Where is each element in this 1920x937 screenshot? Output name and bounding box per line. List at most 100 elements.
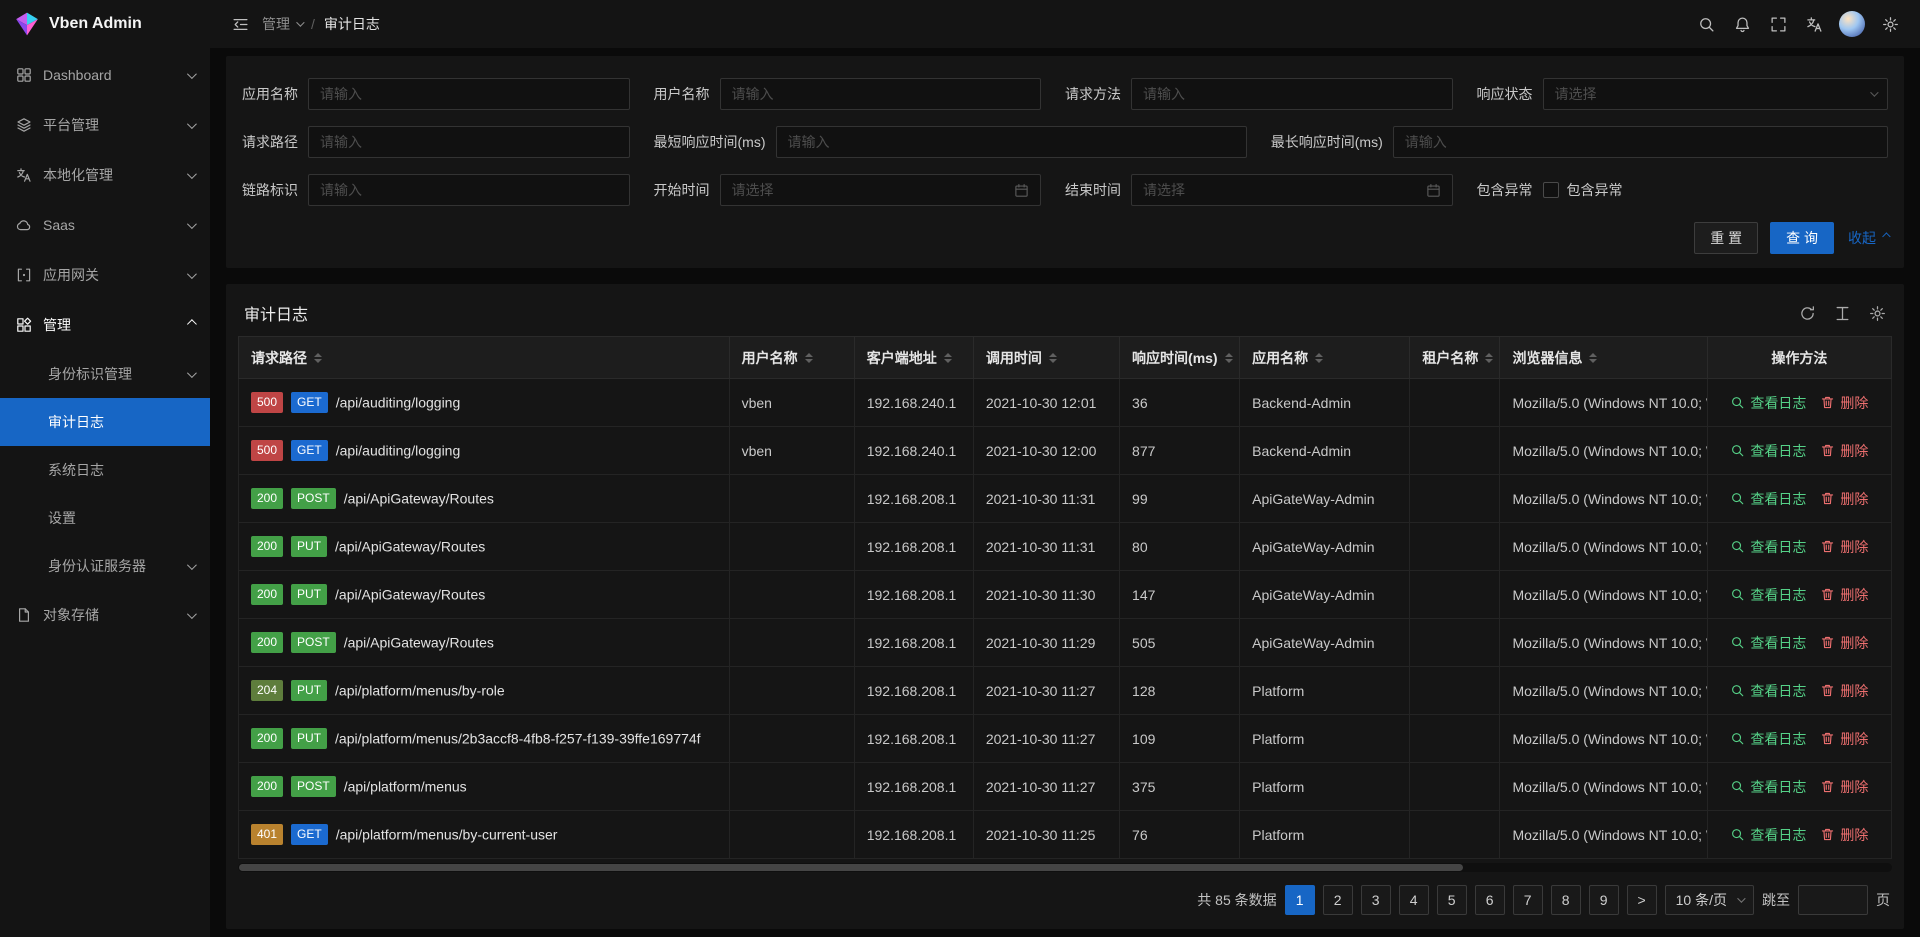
request-path-input[interactable] — [308, 126, 630, 158]
view-log-button[interactable]: 查看日志 — [1730, 393, 1806, 413]
reset-button[interactable]: 重 置 — [1694, 222, 1758, 254]
page-button-7[interactable]: 7 — [1513, 885, 1543, 915]
sort-icons[interactable] — [1589, 353, 1597, 363]
delete-button[interactable]: 删除 — [1820, 729, 1868, 749]
page-button-5[interactable]: 5 — [1437, 885, 1467, 915]
app-name-input[interactable] — [308, 78, 630, 110]
delete-button[interactable]: 删除 — [1820, 825, 1868, 845]
app-name-cell: ApiGateWay-Admin — [1240, 571, 1410, 619]
field-label: 请求方法 — [1065, 84, 1131, 104]
max-response-time-input[interactable] — [1393, 126, 1888, 158]
view-log-button[interactable]: 查看日志 — [1730, 489, 1806, 509]
delete-button[interactable]: 删除 — [1820, 441, 1868, 461]
page-button-8[interactable]: 8 — [1551, 885, 1581, 915]
sidebar-item-saas[interactable]: Saas — [0, 200, 210, 250]
sidebar-fold-icon[interactable] — [222, 0, 258, 48]
collapse-link[interactable]: 收起 — [1848, 228, 1888, 248]
submenu-management: 身份标识管理审计日志系统日志设置身份认证服务器 — [0, 350, 210, 590]
table-row: 200PUT/api/ApiGateway/Routes192.168.208.… — [239, 571, 1892, 619]
header-actions — [1688, 0, 1908, 48]
view-log-button[interactable]: 查看日志 — [1730, 633, 1806, 653]
fullscreen-icon[interactable] — [1760, 0, 1796, 48]
tenant-name-cell — [1410, 427, 1500, 475]
avatar[interactable] — [1839, 11, 1865, 37]
delete-button[interactable]: 删除 — [1820, 633, 1868, 653]
pagination: 共 85 条数据 123456789 > 10 条/页 跳至 页 — [238, 872, 1892, 919]
sidebar-item-audit-log[interactable]: 审计日志 — [0, 398, 210, 446]
sort-icons[interactable] — [805, 353, 813, 363]
sort-icons[interactable] — [1485, 353, 1493, 363]
row-height-icon[interactable] — [1834, 305, 1851, 322]
min-response-time-input[interactable] — [776, 126, 1247, 158]
horizontal-scrollbar[interactable] — [238, 863, 1892, 872]
jump-page-input[interactable] — [1798, 885, 1868, 915]
page-button-9[interactable]: 9 — [1589, 885, 1619, 915]
breadcrumb-item-management[interactable]: 管理 — [262, 14, 302, 34]
column-settings-icon[interactable] — [1869, 305, 1886, 322]
sort-icons[interactable] — [1315, 353, 1323, 363]
delete-button[interactable]: 删除 — [1820, 585, 1868, 605]
sidebar-item-localization-management[interactable]: 本地化管理 — [0, 150, 210, 200]
column-header[interactable]: 响应时间(ms) — [1120, 337, 1240, 379]
response-status-select[interactable]: 请选择 — [1543, 78, 1889, 110]
view-log-button[interactable]: 查看日志 — [1730, 729, 1806, 749]
request-method-input[interactable] — [1131, 78, 1453, 110]
column-header[interactable]: 租户名称 — [1410, 337, 1500, 379]
main-area: 管理 / 审计日志 应用名称用户名称请求方法响应状态请选择请求路径最短响应时间(… — [210, 0, 1920, 937]
query-button[interactable]: 查 询 — [1770, 222, 1834, 254]
sidebar-item-settings[interactable]: 设置 — [0, 494, 210, 542]
page-button-2[interactable]: 2 — [1323, 885, 1353, 915]
view-log-button[interactable]: 查看日志 — [1730, 777, 1806, 797]
include-exception-checkbox[interactable] — [1543, 182, 1559, 198]
sidebar-item-platform-management[interactable]: 平台管理 — [0, 100, 210, 150]
search-icon[interactable] — [1688, 0, 1724, 48]
user-name-cell: vben — [729, 379, 854, 427]
sidebar-item-dashboard[interactable]: Dashboard — [0, 50, 210, 100]
logo[interactable]: Vben Admin — [0, 0, 210, 48]
sidebar-item-management[interactable]: 管理 — [0, 300, 210, 350]
page-button-3[interactable]: 3 — [1361, 885, 1391, 915]
client-address-cell: 192.168.208.1 — [854, 811, 973, 859]
delete-button[interactable]: 删除 — [1820, 777, 1868, 797]
view-log-button[interactable]: 查看日志 — [1730, 441, 1806, 461]
column-header[interactable]: 调用时间 — [973, 337, 1119, 379]
bell-icon[interactable] — [1724, 0, 1760, 48]
translate-icon[interactable] — [1796, 0, 1832, 48]
sidebar-item-system-log[interactable]: 系统日志 — [0, 446, 210, 494]
request-path: /api/platform/menus — [344, 779, 467, 795]
column-header[interactable]: 用户名称 — [729, 337, 854, 379]
trace-id-input[interactable] — [308, 174, 630, 206]
view-log-button[interactable]: 查看日志 — [1730, 537, 1806, 557]
column-header[interactable]: 请求路径 — [239, 337, 730, 379]
view-log-button[interactable]: 查看日志 — [1730, 585, 1806, 605]
sort-icons[interactable] — [1225, 353, 1233, 363]
sort-icons[interactable] — [314, 353, 322, 363]
end-time-date-picker[interactable]: 请选择 — [1131, 174, 1453, 206]
settings-gear-icon[interactable] — [1872, 0, 1908, 48]
column-header[interactable]: 应用名称 — [1240, 337, 1410, 379]
refresh-icon[interactable] — [1799, 305, 1816, 322]
sidebar-item-identity-server[interactable]: 身份认证服务器 — [0, 542, 210, 590]
view-log-button[interactable]: 查看日志 — [1730, 681, 1806, 701]
page-button-4[interactable]: 4 — [1399, 885, 1429, 915]
view-log-button[interactable]: 查看日志 — [1730, 825, 1806, 845]
next-page-button[interactable]: > — [1627, 885, 1657, 915]
start-time-date-picker[interactable]: 请选择 — [720, 174, 1042, 206]
tenant-name-cell — [1410, 667, 1500, 715]
page-size-select[interactable]: 10 条/页 — [1665, 885, 1754, 915]
delete-button[interactable]: 删除 — [1820, 393, 1868, 413]
sidebar-item-app-gateway[interactable]: 应用网关 — [0, 250, 210, 300]
sort-icons[interactable] — [1049, 353, 1057, 363]
scrollbar-thumb[interactable] — [239, 864, 1463, 871]
sort-icons[interactable] — [944, 353, 952, 363]
page-button-6[interactable]: 6 — [1475, 885, 1505, 915]
delete-button[interactable]: 删除 — [1820, 537, 1868, 557]
user-name-input[interactable] — [720, 78, 1042, 110]
delete-button[interactable]: 删除 — [1820, 681, 1868, 701]
column-header[interactable]: 浏览器信息 — [1500, 337, 1707, 379]
page-button-1[interactable]: 1 — [1285, 885, 1315, 915]
sidebar-item-identity-management[interactable]: 身份标识管理 — [0, 350, 210, 398]
sidebar-item-object-storage[interactable]: 对象存储 — [0, 590, 210, 640]
delete-button[interactable]: 删除 — [1820, 489, 1868, 509]
column-header[interactable]: 客户端地址 — [854, 337, 973, 379]
